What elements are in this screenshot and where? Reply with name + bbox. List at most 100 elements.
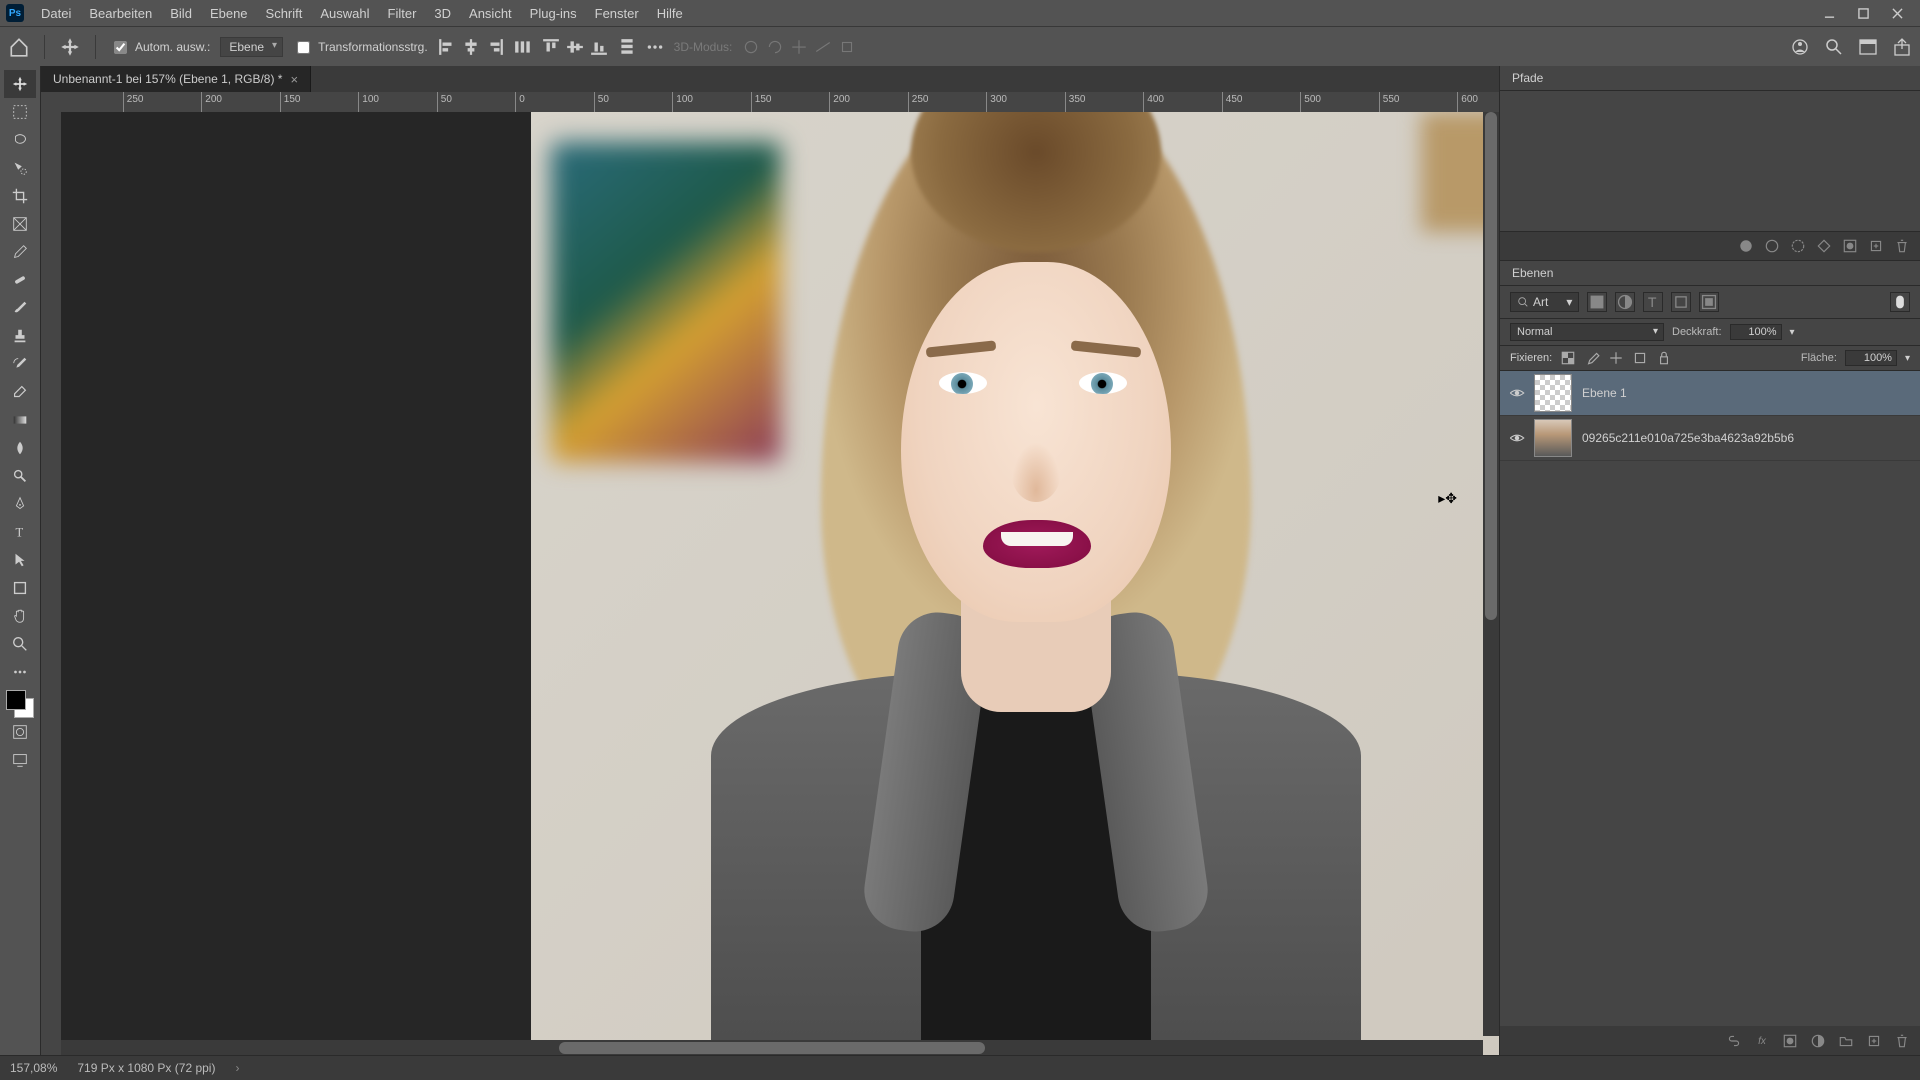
menu-fenster[interactable]: Fenster xyxy=(586,0,648,26)
blur-tool[interactable] xyxy=(4,434,36,462)
edit-toolbar-icon[interactable] xyxy=(4,658,36,686)
doc-dimensions[interactable]: 719 Px x 1080 Px (72 ppi) xyxy=(77,1061,215,1075)
workspace-icon[interactable] xyxy=(1858,37,1878,57)
filter-toggle-icon[interactable] xyxy=(1890,292,1910,312)
lock-artboard-icon[interactable] xyxy=(1632,350,1648,366)
ruler-vertical[interactable] xyxy=(41,92,62,1056)
distribute-v-icon[interactable] xyxy=(618,38,636,56)
selection-to-path-icon[interactable] xyxy=(1816,238,1832,254)
shape-tool[interactable] xyxy=(4,574,36,602)
blend-mode-select[interactable]: Normal xyxy=(1510,323,1664,341)
link-layers-icon[interactable] xyxy=(1726,1033,1742,1049)
adjustment-icon[interactable] xyxy=(1810,1033,1826,1049)
fill-path-icon[interactable] xyxy=(1738,238,1754,254)
type-tool[interactable]: T xyxy=(4,518,36,546)
move-tool-icon[interactable] xyxy=(59,36,81,58)
layer-row[interactable]: 09265c211e010a725e3ba4623a92b5b6 xyxy=(1500,416,1920,461)
status-menu-icon[interactable]: › xyxy=(235,1061,239,1075)
home-icon[interactable] xyxy=(8,36,30,58)
menu-ebene[interactable]: Ebene xyxy=(201,0,257,26)
filter-pixel-icon[interactable] xyxy=(1587,292,1607,312)
healing-tool[interactable] xyxy=(4,266,36,294)
menu-plugins[interactable]: Plug-ins xyxy=(521,0,586,26)
eye-icon[interactable] xyxy=(1508,384,1526,402)
path-select-tool[interactable] xyxy=(4,546,36,574)
menu-schrift[interactable]: Schrift xyxy=(257,0,312,26)
quick-select-tool[interactable] xyxy=(4,154,36,182)
quickmask-icon[interactable] xyxy=(4,718,36,746)
window-close[interactable] xyxy=(1880,0,1914,26)
layers-panel-tab[interactable]: Ebenen xyxy=(1500,261,1920,286)
layer-thumbnail[interactable] xyxy=(1534,419,1572,457)
paths-panel-tab[interactable]: Pfade xyxy=(1500,66,1920,91)
group-icon[interactable] xyxy=(1838,1033,1854,1049)
color-swatches[interactable] xyxy=(6,690,34,718)
align-left-icon[interactable] xyxy=(438,38,456,56)
hand-tool[interactable] xyxy=(4,602,36,630)
align-center-h-icon[interactable] xyxy=(462,38,480,56)
dodge-tool[interactable] xyxy=(4,462,36,490)
frame-tool[interactable] xyxy=(4,210,36,238)
eyedropper-tool[interactable] xyxy=(4,238,36,266)
share-icon[interactable] xyxy=(1892,37,1912,57)
eye-icon[interactable] xyxy=(1508,429,1526,447)
fill-input[interactable]: 100% xyxy=(1845,350,1897,366)
auto-select-checkbox[interactable]: Autom. ausw.: xyxy=(110,38,210,57)
history-brush-tool[interactable] xyxy=(4,350,36,378)
stroke-path-icon[interactable] xyxy=(1764,238,1780,254)
filter-adjust-icon[interactable] xyxy=(1615,292,1635,312)
window-maximize[interactable] xyxy=(1846,0,1880,26)
layer-name[interactable]: Ebene 1 xyxy=(1582,386,1627,400)
menu-3d[interactable]: 3D xyxy=(425,0,460,26)
lasso-tool[interactable] xyxy=(4,126,36,154)
lock-all-icon[interactable] xyxy=(1656,350,1672,366)
canvas[interactable]: ▸✥ xyxy=(531,112,1499,1056)
pen-tool[interactable] xyxy=(4,490,36,518)
ruler-horizontal[interactable]: 2502001501005005010015020025030035040045… xyxy=(61,92,1499,113)
menu-auswahl[interactable]: Auswahl xyxy=(311,0,378,26)
layer-thumbnail[interactable] xyxy=(1534,374,1572,412)
layer-name[interactable]: 09265c211e010a725e3ba4623a92b5b6 xyxy=(1582,431,1794,445)
fx-icon[interactable]: fx xyxy=(1754,1033,1770,1049)
path-to-selection-icon[interactable] xyxy=(1790,238,1806,254)
stamp-tool[interactable] xyxy=(4,322,36,350)
paths-panel-body[interactable] xyxy=(1500,91,1920,232)
gradient-tool[interactable] xyxy=(4,406,36,434)
window-minimize[interactable] xyxy=(1812,0,1846,26)
opacity-input[interactable]: 100% xyxy=(1730,324,1782,340)
lock-transparent-icon[interactable] xyxy=(1560,350,1576,366)
lock-image-icon[interactable] xyxy=(1584,350,1600,366)
vertical-scrollbar[interactable] xyxy=(1483,112,1499,1036)
zoom-tool[interactable] xyxy=(4,630,36,658)
lock-position-icon[interactable] xyxy=(1608,350,1624,366)
filter-type-icon[interactable]: T xyxy=(1643,292,1663,312)
align-center-v-icon[interactable] xyxy=(566,38,584,56)
distribute-h-icon[interactable] xyxy=(514,38,532,56)
brush-tool[interactable] xyxy=(4,294,36,322)
move-tool[interactable] xyxy=(4,70,36,98)
marquee-tool[interactable] xyxy=(4,98,36,126)
zoom-level[interactable]: 157,08% xyxy=(10,1061,57,1075)
layer-filter-kind[interactable]: Art ▾ xyxy=(1510,292,1579,312)
mask-icon[interactable] xyxy=(1782,1033,1798,1049)
add-mask-icon[interactable] xyxy=(1842,238,1858,254)
menu-bild[interactable]: Bild xyxy=(161,0,201,26)
document-tab[interactable]: Unbenannt-1 bei 157% (Ebene 1, RGB/8) * … xyxy=(41,66,311,92)
screenmode-icon[interactable] xyxy=(4,746,36,774)
layer-list[interactable]: Ebene 1 09265c211e010a725e3ba4623a92b5b6 xyxy=(1500,371,1920,1026)
menu-filter[interactable]: Filter xyxy=(379,0,426,26)
eraser-tool[interactable] xyxy=(4,378,36,406)
new-path-icon[interactable] xyxy=(1868,238,1884,254)
menu-ansicht[interactable]: Ansicht xyxy=(460,0,521,26)
canvas-viewport[interactable]: ▸✥ xyxy=(61,112,1499,1056)
align-top-icon[interactable] xyxy=(542,38,560,56)
cloud-docs-icon[interactable] xyxy=(1790,37,1810,57)
search-icon[interactable] xyxy=(1824,37,1844,57)
filter-shape-icon[interactable] xyxy=(1671,292,1691,312)
target-select[interactable]: Ebene xyxy=(220,37,283,57)
more-align-icon[interactable] xyxy=(646,38,664,56)
align-bottom-icon[interactable] xyxy=(590,38,608,56)
align-right-icon[interactable] xyxy=(486,38,504,56)
menu-bearbeiten[interactable]: Bearbeiten xyxy=(80,0,161,26)
crop-tool[interactable] xyxy=(4,182,36,210)
